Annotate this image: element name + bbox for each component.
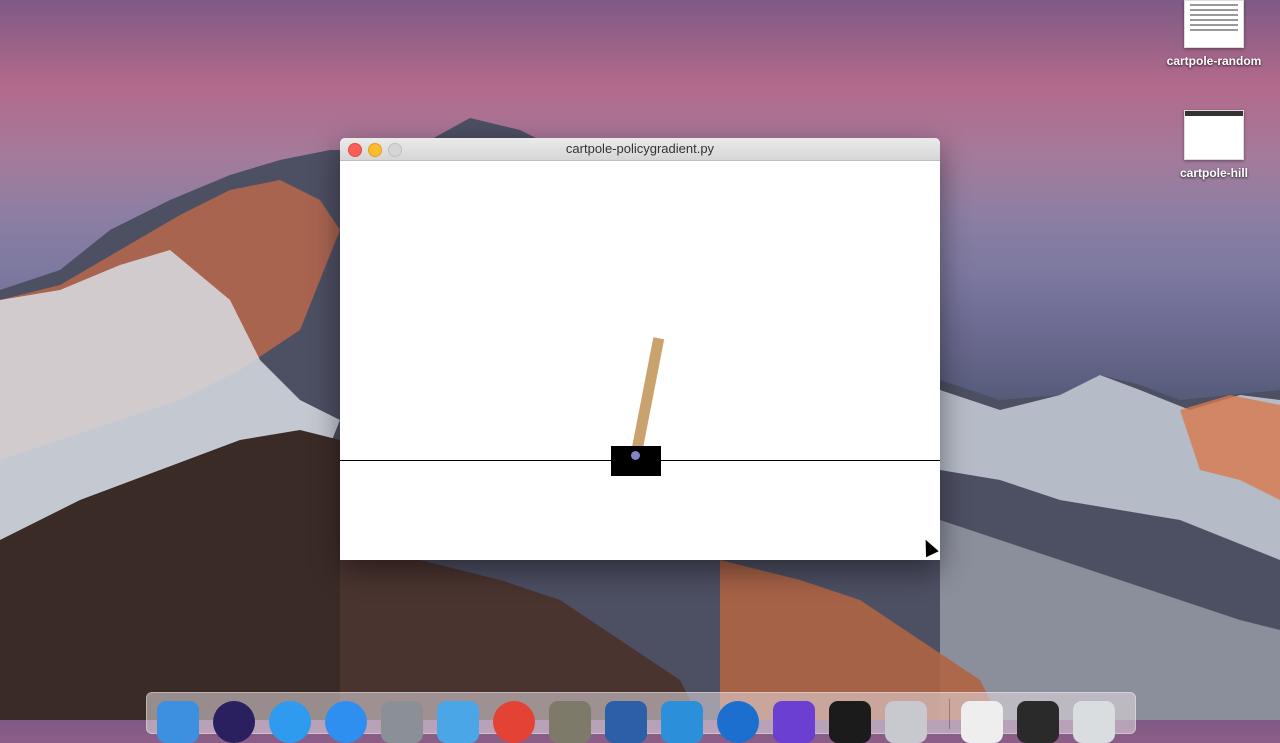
system-preferences-icon[interactable] xyxy=(381,701,423,743)
dock-separator xyxy=(949,699,950,729)
app-store-icon[interactable] xyxy=(325,701,367,743)
window-title: cartpole-policygradient.py xyxy=(565,141,715,156)
quicktime-icon[interactable] xyxy=(717,701,759,743)
docker-icon[interactable] xyxy=(661,701,703,743)
xcode-icon[interactable] xyxy=(437,701,479,743)
desktop-icon-cartpole-hill[interactable]: cartpole-hill xyxy=(1159,110,1269,180)
desktop-icon-label: cartpole-hill xyxy=(1179,166,1248,180)
simulation-canvas xyxy=(340,161,940,560)
finder-icon[interactable] xyxy=(157,701,199,743)
pole xyxy=(630,337,665,460)
safari-icon[interactable] xyxy=(269,701,311,743)
window-titlebar[interactable]: cartpole-policygradient.py xyxy=(340,138,940,161)
terminal-window-icon[interactable] xyxy=(1017,701,1059,743)
terminal-icon[interactable] xyxy=(829,701,871,743)
desktop-icon-label: cartpole-random xyxy=(1166,54,1262,68)
document-thumbnail-icon xyxy=(1184,110,1244,160)
siri-icon[interactable] xyxy=(213,701,255,743)
virtualbox-icon[interactable] xyxy=(605,701,647,743)
zoom-button[interactable] xyxy=(388,143,402,157)
cartpole-window: cartpole-policygradient.py xyxy=(340,138,940,560)
imovie-icon[interactable] xyxy=(773,701,815,743)
desktop-icon-cartpole-random[interactable]: cartpole-random xyxy=(1159,0,1269,68)
minimize-button[interactable] xyxy=(368,143,382,157)
documents-icon[interactable] xyxy=(961,701,1003,743)
chrome-icon[interactable] xyxy=(493,701,535,743)
launchpad-icon[interactable] xyxy=(885,701,927,743)
document-thumbnail-icon xyxy=(1184,0,1244,48)
gimp-icon[interactable] xyxy=(549,701,591,743)
trash-icon[interactable] xyxy=(1073,701,1115,743)
dock xyxy=(146,692,1136,743)
close-button[interactable] xyxy=(348,143,362,157)
pole-axle xyxy=(631,451,640,460)
